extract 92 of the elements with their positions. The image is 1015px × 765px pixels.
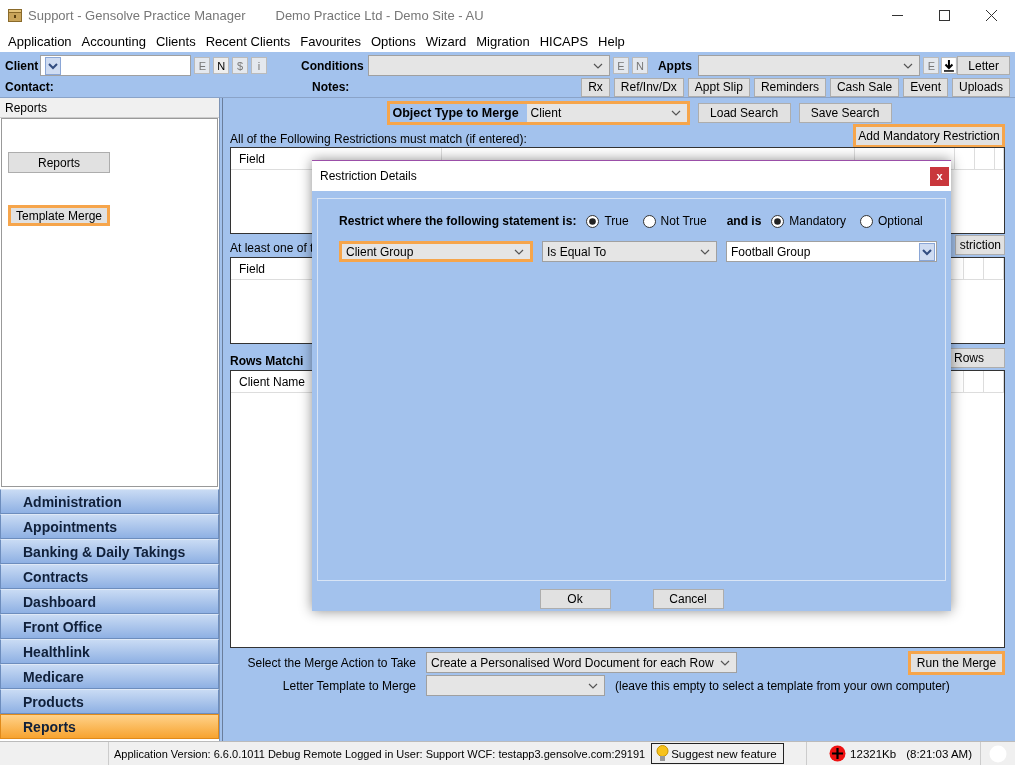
conditions-field[interactable] [367, 55, 611, 77]
nav-item[interactable]: Banking & Daily Takings [0, 539, 219, 564]
merge-action-dropdown[interactable]: Create a Personalised Word Document for each Row [426, 652, 737, 673]
window-subtitle: Demo Practice Ltd - Demo Site - AU [275, 7, 484, 23]
status-time: (8:21:03 AM) [906, 747, 972, 760]
load-search-button[interactable]: Load Search [697, 103, 791, 123]
radio-label[interactable]: Optional [878, 214, 923, 228]
column-header: Field [239, 151, 265, 166]
dialog-title: Restriction Details [320, 169, 417, 183]
radio-label[interactable]: True [604, 214, 629, 228]
status-info: Application Version: 6.6.0.1011 Debug Remote Logged in User: Support WCF: testapp3.gensolve.com:29191 [114, 747, 646, 760]
window-title: Support - Gensolve Practice Manager [28, 7, 246, 23]
radio-button[interactable] [771, 214, 785, 228]
radio-label[interactable]: Not True [660, 214, 707, 228]
nav-item[interactable]: Administration [0, 489, 219, 514]
radio-button[interactable] [860, 214, 874, 228]
caret-icon [593, 62, 604, 69]
toolbar-button[interactable]: Rx [581, 77, 610, 97]
object-type-label: Object Type to Merge [391, 106, 520, 120]
contact-label: Contact: [5, 80, 55, 95]
radio-button[interactable] [586, 214, 600, 228]
caret-icon [700, 248, 710, 255]
statement-label: Restrict where the following statement is: [339, 214, 577, 228]
menu-item[interactable]: Accounting [76, 33, 151, 49]
menu-item[interactable]: Recent Clients [200, 33, 296, 49]
dialog-button[interactable]: Ok [539, 589, 611, 609]
report-button[interactable]: Reports [8, 152, 110, 173]
dialog-button[interactable]: Cancel [652, 589, 724, 609]
rows-caption: Rows Matchi [230, 354, 304, 368]
nav-item[interactable]: Reports [0, 714, 219, 739]
nav-item[interactable]: Dashboard [0, 589, 219, 614]
template-hint: (leave this empty to select a template from your own computer) [615, 678, 950, 693]
toolbar-button[interactable]: Reminders [753, 77, 826, 97]
lightbulb-icon [656, 745, 670, 762]
plus-icon [829, 745, 847, 762]
caret-icon [514, 248, 524, 255]
toolbar-button[interactable]: Cash Sale [829, 77, 900, 97]
menu-item[interactable]: Migration [471, 33, 535, 49]
panel-header: Reports [5, 100, 48, 115]
save-search-button[interactable]: Save Search [798, 103, 892, 123]
suggest-feature-button[interactable]: Suggest new feature [651, 743, 784, 764]
notes-label: Notes: [312, 80, 350, 95]
caret-icon [903, 62, 914, 69]
client-label: Client [5, 58, 39, 73]
column-header: Client Name [239, 374, 306, 389]
and-is-label: and is [726, 214, 762, 228]
value-dropdown[interactable]: Football Group [726, 241, 937, 262]
menu-item[interactable]: HICAPS [534, 33, 594, 49]
appts-label: Appts [657, 58, 692, 73]
close-icon[interactable] [986, 9, 997, 21]
nav-item[interactable]: Contracts [0, 564, 219, 589]
conditions-label: Conditions [301, 58, 364, 73]
operator-dropdown[interactable]: Is Equal To [542, 241, 717, 262]
toolbar-button[interactable]: Event [903, 77, 948, 97]
toolbar-button[interactable]: Uploads [951, 77, 1010, 97]
nav-item[interactable]: Medicare [0, 664, 219, 689]
nav-item[interactable]: Front Office [0, 614, 219, 639]
radio-button[interactable] [642, 214, 656, 228]
caret-icon [588, 682, 598, 689]
nav-item[interactable]: Appointments [0, 514, 219, 539]
menu-item[interactable]: Favourites [295, 33, 366, 49]
download-icon[interactable] [941, 57, 958, 75]
maximize-icon[interactable] [939, 9, 950, 21]
merge-action-label: Select the Merge Action to Take [246, 655, 417, 670]
chest-icon [8, 8, 22, 22]
run-merge-button[interactable]: Run the Merge [908, 650, 1005, 675]
restrictions-caption: All of the Following Restrictions must match (if entered): [230, 132, 527, 146]
menu-item[interactable]: Application [3, 33, 77, 49]
add-restriction-button[interactable]: striction [955, 235, 1005, 255]
menu-item[interactable]: Help [593, 33, 630, 49]
field-dropdown[interactable]: Client Group [339, 241, 533, 262]
small-button[interactable]: N [213, 57, 230, 75]
close-button[interactable]: x [930, 166, 949, 186]
caret-icon [720, 659, 730, 666]
add-restriction-button[interactable]: Add Mandatory Restriction [853, 124, 1005, 148]
toolbar-button[interactable]: Ref/Inv/Dx [613, 77, 684, 97]
report-button[interactable]: Template Merge [8, 205, 110, 226]
client-field[interactable] [40, 55, 192, 77]
caret-icon [670, 110, 681, 116]
radio-label[interactable]: Mandatory [789, 214, 847, 228]
letter-button[interactable]: Letter [957, 56, 1010, 76]
column-header: Field [239, 261, 265, 276]
nav-item[interactable]: Products [0, 689, 219, 714]
menu-item[interactable]: Options [365, 33, 421, 49]
appts-field[interactable] [697, 55, 921, 77]
nav-item[interactable]: Healthlink [0, 639, 219, 664]
menu-item[interactable]: Wizard [420, 33, 472, 49]
toolbar-button[interactable]: Appt Slip [687, 77, 750, 97]
object-type-dropdown[interactable]: Client [526, 104, 687, 122]
memory-usage: 12321Kb [850, 747, 897, 760]
template-label: Letter Template to Merge [281, 678, 417, 693]
menu-item[interactable]: Clients [150, 33, 201, 49]
